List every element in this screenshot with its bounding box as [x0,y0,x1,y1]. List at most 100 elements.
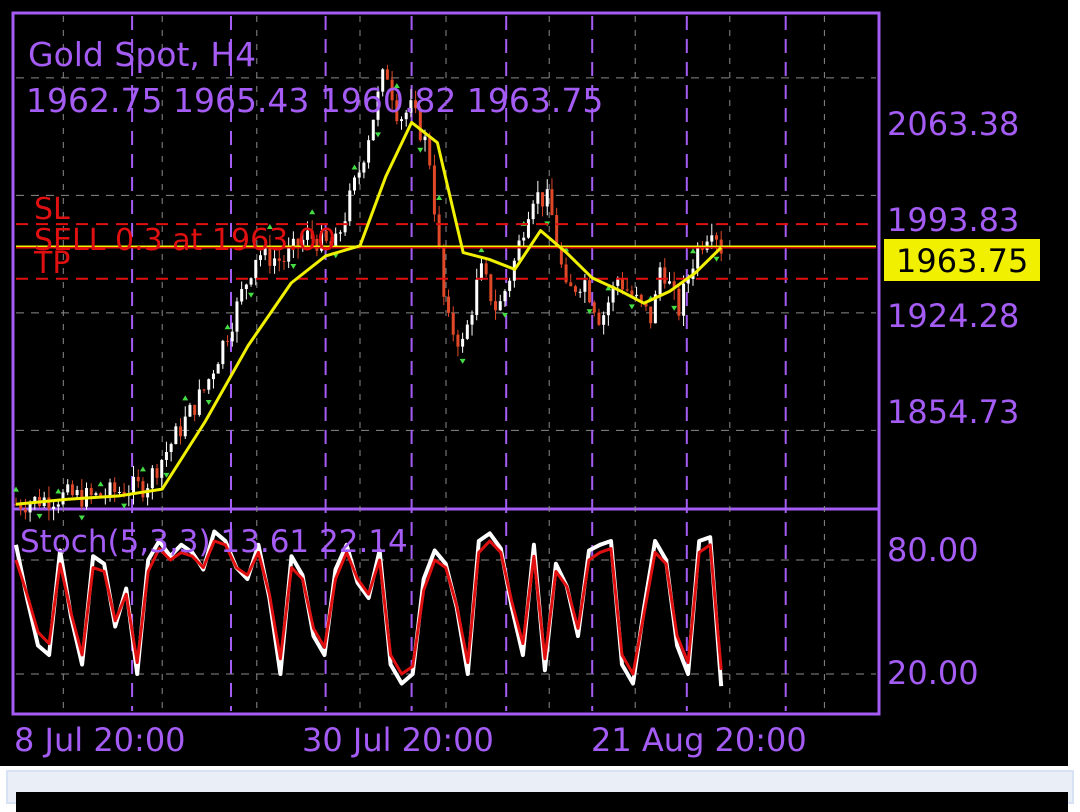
candle-body [470,314,474,325]
candle-body [188,404,192,417]
candle-body [160,459,164,478]
candle-body [456,334,460,347]
fractal-down-marker [417,147,424,153]
sell-order-label: SELL 0.3 at 1963.00 [34,223,336,258]
fractal-down-marker [459,358,466,364]
candle-body [66,484,70,493]
candle-body [367,140,371,163]
chart-canvas[interactable]: Gold Spot, H4 1962.75 1965.43 1960.82 19… [0,0,1068,766]
candle-body [489,274,493,302]
candle-body [277,258,281,261]
candle-body [193,404,197,415]
candle-body [371,119,375,141]
candle-body [202,389,206,391]
candle-body [240,289,244,302]
candle-body [667,281,671,284]
candle-body [710,235,714,242]
candle-body [635,294,639,296]
candle-body [273,258,277,266]
fractal-up-marker [182,395,189,401]
stoch-tick-80: 80.00 [887,531,979,569]
candle-body [221,340,225,365]
candle-body [451,312,455,335]
sl-order-label: SL [34,192,70,227]
candle-body [183,416,187,437]
candle-body [226,340,230,342]
candle-body [597,312,601,325]
candle-body [583,280,587,292]
secondary-chart-window [6,770,1074,812]
candle-body [254,260,258,279]
fractal-up-marker [139,466,146,472]
candle-body [179,426,183,437]
price-series [13,64,876,522]
price-tick-4: 1854.73 [887,393,1019,431]
candle-body [465,324,469,339]
fractal-down-marker [78,515,85,521]
fractal-up-marker [224,324,231,330]
candle-body [338,232,342,234]
price-tick-3: 1924.28 [887,297,1019,335]
candle-body [169,444,173,453]
fractal-down-marker [586,309,593,315]
candle-body [484,263,488,275]
candle-body [155,468,159,478]
chart-window[interactable]: Gold Spot, H4 1962.75 1965.43 1960.82 19… [0,0,1068,766]
candle-body [136,476,140,482]
candle-body [216,364,220,374]
price-tick-2: 1993.83 [887,201,1019,239]
time-tick-2: 30 Jul 20:00 [302,721,494,759]
candle-body [164,452,168,460]
candle-body [620,279,624,290]
candle-body [498,301,502,311]
candle-body [385,69,389,80]
candle-body [113,482,117,493]
candle-body [235,301,239,332]
candle-body [230,331,234,342]
candle-body [28,503,32,513]
candle-body [428,136,432,166]
candle-body [649,306,653,324]
candle-body [432,165,436,215]
candle-body [52,506,56,509]
candle-body [625,289,629,291]
candle-body [682,283,686,316]
ohlc-readout: 1962.75 1965.43 1960.82 1963.75 [26,81,603,120]
tp-order-label: TP [33,246,70,281]
stochastic-label: Stoch(5,3,3) 13.61 22.14 [20,524,408,560]
candle-body [132,476,136,495]
candle-body [677,288,681,316]
candle-body [108,482,112,497]
fractal-down-marker [205,399,212,405]
current-price-label: 1963.75 [896,242,1028,280]
candle-body [531,203,535,220]
candle-body [437,214,441,246]
candle-body [211,373,215,380]
candle-body [696,246,700,269]
fractal-down-marker [375,132,382,138]
candle-body [23,509,27,513]
candle-body [545,189,549,207]
candle-body [616,279,620,286]
candle-body [343,221,347,233]
stoch-tick-20: 20.00 [887,654,979,692]
fractal-down-marker [671,305,678,311]
candle-body [461,338,465,347]
candle-body [117,491,121,493]
candle-body [447,296,451,313]
fractal-up-marker [351,164,358,170]
candle-body [442,245,446,297]
fractal-up-marker [97,481,104,487]
candle-body [244,284,248,290]
candle-body [357,172,361,178]
candle-body [578,291,582,293]
candle-body [573,286,577,292]
candle-body [550,189,554,216]
candle-body [541,192,545,207]
candle-body [663,267,667,284]
candle-body [207,379,211,390]
candle-body [494,301,498,311]
fractal-up-marker [55,488,62,494]
candle-body [282,260,286,262]
candle-body [94,493,98,495]
